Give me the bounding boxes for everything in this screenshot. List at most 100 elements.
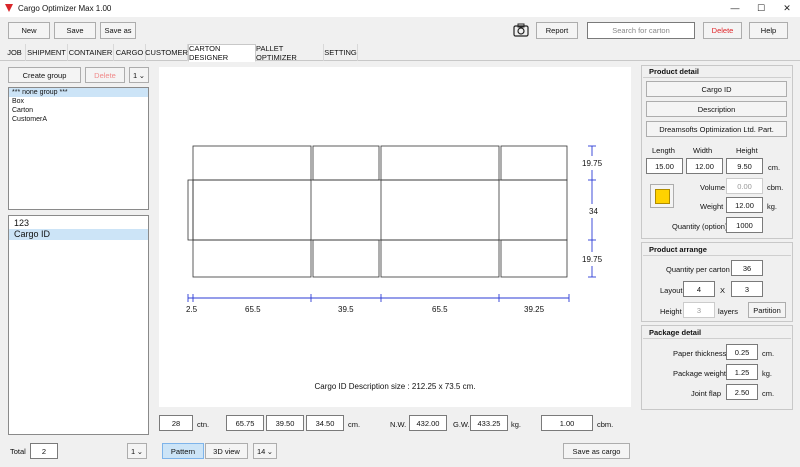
tab-setting[interactable]: SETTING [324,44,358,61]
weight-field[interactable]: 12.00 [726,197,763,213]
layout-label: Layout [660,286,683,295]
gross-weight-field[interactable]: 433.25 [470,415,508,431]
camera-icon[interactable] [513,23,529,37]
dim-length-field[interactable]: 65.75 [226,415,264,431]
list-item[interactable]: *** none group *** [9,88,148,97]
company-button[interactable]: Dreamsofts Optimization Ltd. Part. [646,121,787,137]
weight-unit-label: kg. [767,202,778,211]
save-as-button[interactable]: Save as [100,22,136,39]
maximize-button[interactable]: ☐ [748,2,774,15]
page-select-value: 1 [131,446,136,456]
quantity-field[interactable]: 1000 [726,217,763,233]
partition-button[interactable]: Partition [748,302,786,318]
width-field[interactable]: 12.00 [686,158,723,174]
chevron-down-icon: ⌄ [266,446,273,456]
gw-label: G.W. [453,420,470,429]
top-flap [192,145,312,181]
weight-label: Weight [700,202,724,211]
bottom-flap [500,239,568,278]
3d-view-tab-button[interactable]: 3D view [205,443,248,459]
count-select[interactable]: 14 ⌄ [253,443,277,459]
layout-y-field[interactable]: 3 [731,281,763,297]
title-bar: Cargo Optimizer Max 1.00 — ☐ ✕ [0,0,800,17]
dim-label-bottom: 65.5 [432,305,448,314]
divider [643,338,791,339]
cargo-id-button[interactable]: Cargo ID [646,81,787,97]
create-group-button[interactable]: Create group [8,67,81,83]
save-button[interactable]: Save [54,22,96,39]
ctn-unit-label: ctn. [197,420,210,429]
pattern-tab-button[interactable]: Pattern [162,443,204,459]
report-button[interactable]: Report [536,22,578,39]
height-field[interactable]: 9.50 [726,158,763,174]
carton-design-canvas[interactable]: 19.75 34 19.75 2.5 65.5 39.5 65.5 39.25 … [159,67,631,407]
package-weight-label: Package weight [673,369,726,378]
product-detail-header: Product detail [649,67,700,76]
close-window-button[interactable]: ✕ [774,2,800,15]
weight-unit-label: kg. [511,420,522,429]
cbm-field[interactable]: 1.00 [541,415,593,431]
joint-flap-label: Joint flap [691,389,722,398]
minimize-button[interactable]: — [722,2,748,15]
new-button[interactable]: New [8,22,50,39]
tab-carton-designer[interactable]: CARTON DESIGNER [188,44,256,62]
carton-count-field[interactable]: 28 [159,415,193,431]
length-label: Length [652,146,675,155]
tab-customer[interactable]: CUSTOMER [145,44,188,61]
description-button[interactable]: Description [646,101,787,117]
group-select-value: 1 [133,70,138,80]
window-title: Cargo Optimizer Max 1.00 [18,4,112,13]
dim-height-field[interactable]: 34.50 [306,415,344,431]
group-select[interactable]: 1 ⌄ [129,67,149,83]
list-item[interactable]: CustomerA [9,115,148,124]
group-list[interactable]: *** none group *** Box Carton CustomerA [8,87,149,210]
x-label: X [720,286,726,295]
tab-job[interactable]: JOB [4,44,26,61]
dim-label-bottom: 65.5 [245,305,261,314]
chevron-down-icon: ⌄ [138,70,145,80]
paper-thickness-field[interactable]: 0.25 [726,344,758,360]
nw-label: N.W. [390,420,407,429]
top-flap [380,145,500,181]
tab-cargo[interactable]: CARGO [114,44,146,61]
bottom-flap [380,239,500,278]
package-weight-unit-label: kg. [762,369,773,378]
delete-group-button[interactable]: Delete [85,67,125,83]
qpc-label: Quantity per carton [666,265,730,274]
dim-label-right: 34 [589,207,598,216]
chevron-down-icon: ⌄ [136,446,143,456]
tab-container[interactable]: CONTAINER [68,44,114,61]
net-weight-field[interactable]: 432.00 [409,415,447,431]
list-item[interactable]: Carton [9,106,148,115]
dim-label-bottom: 39.5 [338,305,354,314]
cargo-list[interactable]: 123 Cargo ID [8,215,149,435]
package-weight-field[interactable]: 1.25 [726,364,758,380]
tab-shipment[interactable]: SHIPMENT [26,44,68,61]
list-item[interactable]: 123 [9,218,148,229]
package-detail-header: Package detail [649,328,702,337]
help-button[interactable]: Help [749,22,788,39]
dim-label-right: 19.75 [582,255,603,264]
product-arrange-header: Product arrange [649,245,707,254]
dim-unit-label: cm. [348,420,361,429]
top-flap [500,145,568,181]
quantity-per-carton-field[interactable]: 36 [731,260,763,276]
save-as-cargo-button[interactable]: Save as cargo [563,443,630,459]
thickness-unit-label: cm. [762,349,775,358]
list-item[interactable]: Cargo ID [9,229,148,240]
paper-thickness-label: Paper thickness [673,349,727,358]
length-field[interactable]: 15.00 [646,158,683,174]
dim-width-field[interactable]: 39.50 [266,415,304,431]
product-color-picker[interactable] [650,184,674,208]
tab-bar: JOB SHIPMENT CONTAINER CARGO CUSTOMER CA… [0,44,800,62]
color-swatch [654,188,670,204]
tab-pallet-optimizer[interactable]: PALLET OPTIMIZER [256,44,324,62]
search-input[interactable]: Search for carton [587,22,695,39]
joint-flap-field[interactable]: 2.50 [726,384,758,400]
delete-button[interactable]: Delete [703,22,742,39]
list-item[interactable]: Box [9,97,148,106]
bottom-flap [192,239,312,278]
layout-x-field[interactable]: 4 [683,281,715,297]
page-select[interactable]: 1 ⌄ [127,443,147,459]
total-label: Total [10,447,26,456]
